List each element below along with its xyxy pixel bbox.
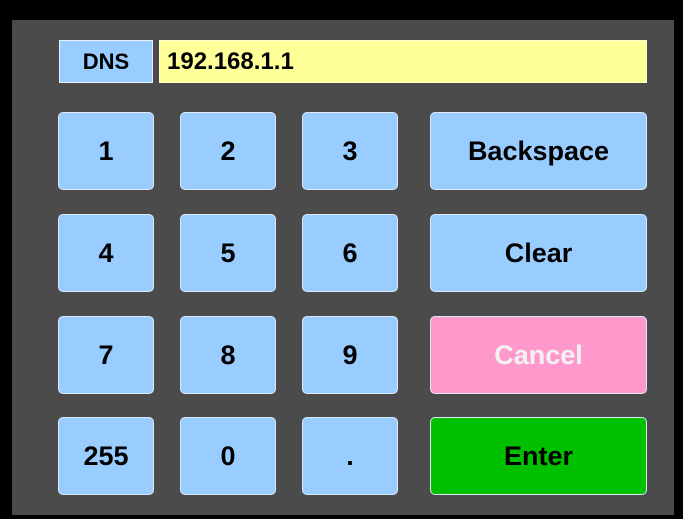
key-dot-button[interactable]: .	[302, 417, 398, 495]
ip-value-display[interactable]: 192.168.1.1	[159, 40, 647, 83]
enter-button[interactable]: Enter	[430, 417, 647, 495]
key-9-button[interactable]: 9	[302, 316, 398, 394]
key-0-button[interactable]: 0	[180, 417, 276, 495]
cancel-button[interactable]: Cancel	[430, 316, 647, 394]
key-7-button[interactable]: 7	[58, 316, 154, 394]
key-5-button[interactable]: 5	[180, 214, 276, 292]
window-frame: DNS 192.168.1.1 1 2 3 Backspace 4 5 6 Cl…	[0, 0, 683, 519]
key-4-button[interactable]: 4	[58, 214, 154, 292]
key-8-button[interactable]: 8	[180, 316, 276, 394]
key-3-button[interactable]: 3	[302, 112, 398, 190]
key-1-button[interactable]: 1	[58, 112, 154, 190]
field-label: DNS	[59, 40, 153, 83]
key-2-button[interactable]: 2	[180, 112, 276, 190]
clear-button[interactable]: Clear	[430, 214, 647, 292]
key-255-button[interactable]: 255	[58, 417, 154, 495]
key-6-button[interactable]: 6	[302, 214, 398, 292]
backspace-button[interactable]: Backspace	[430, 112, 647, 190]
